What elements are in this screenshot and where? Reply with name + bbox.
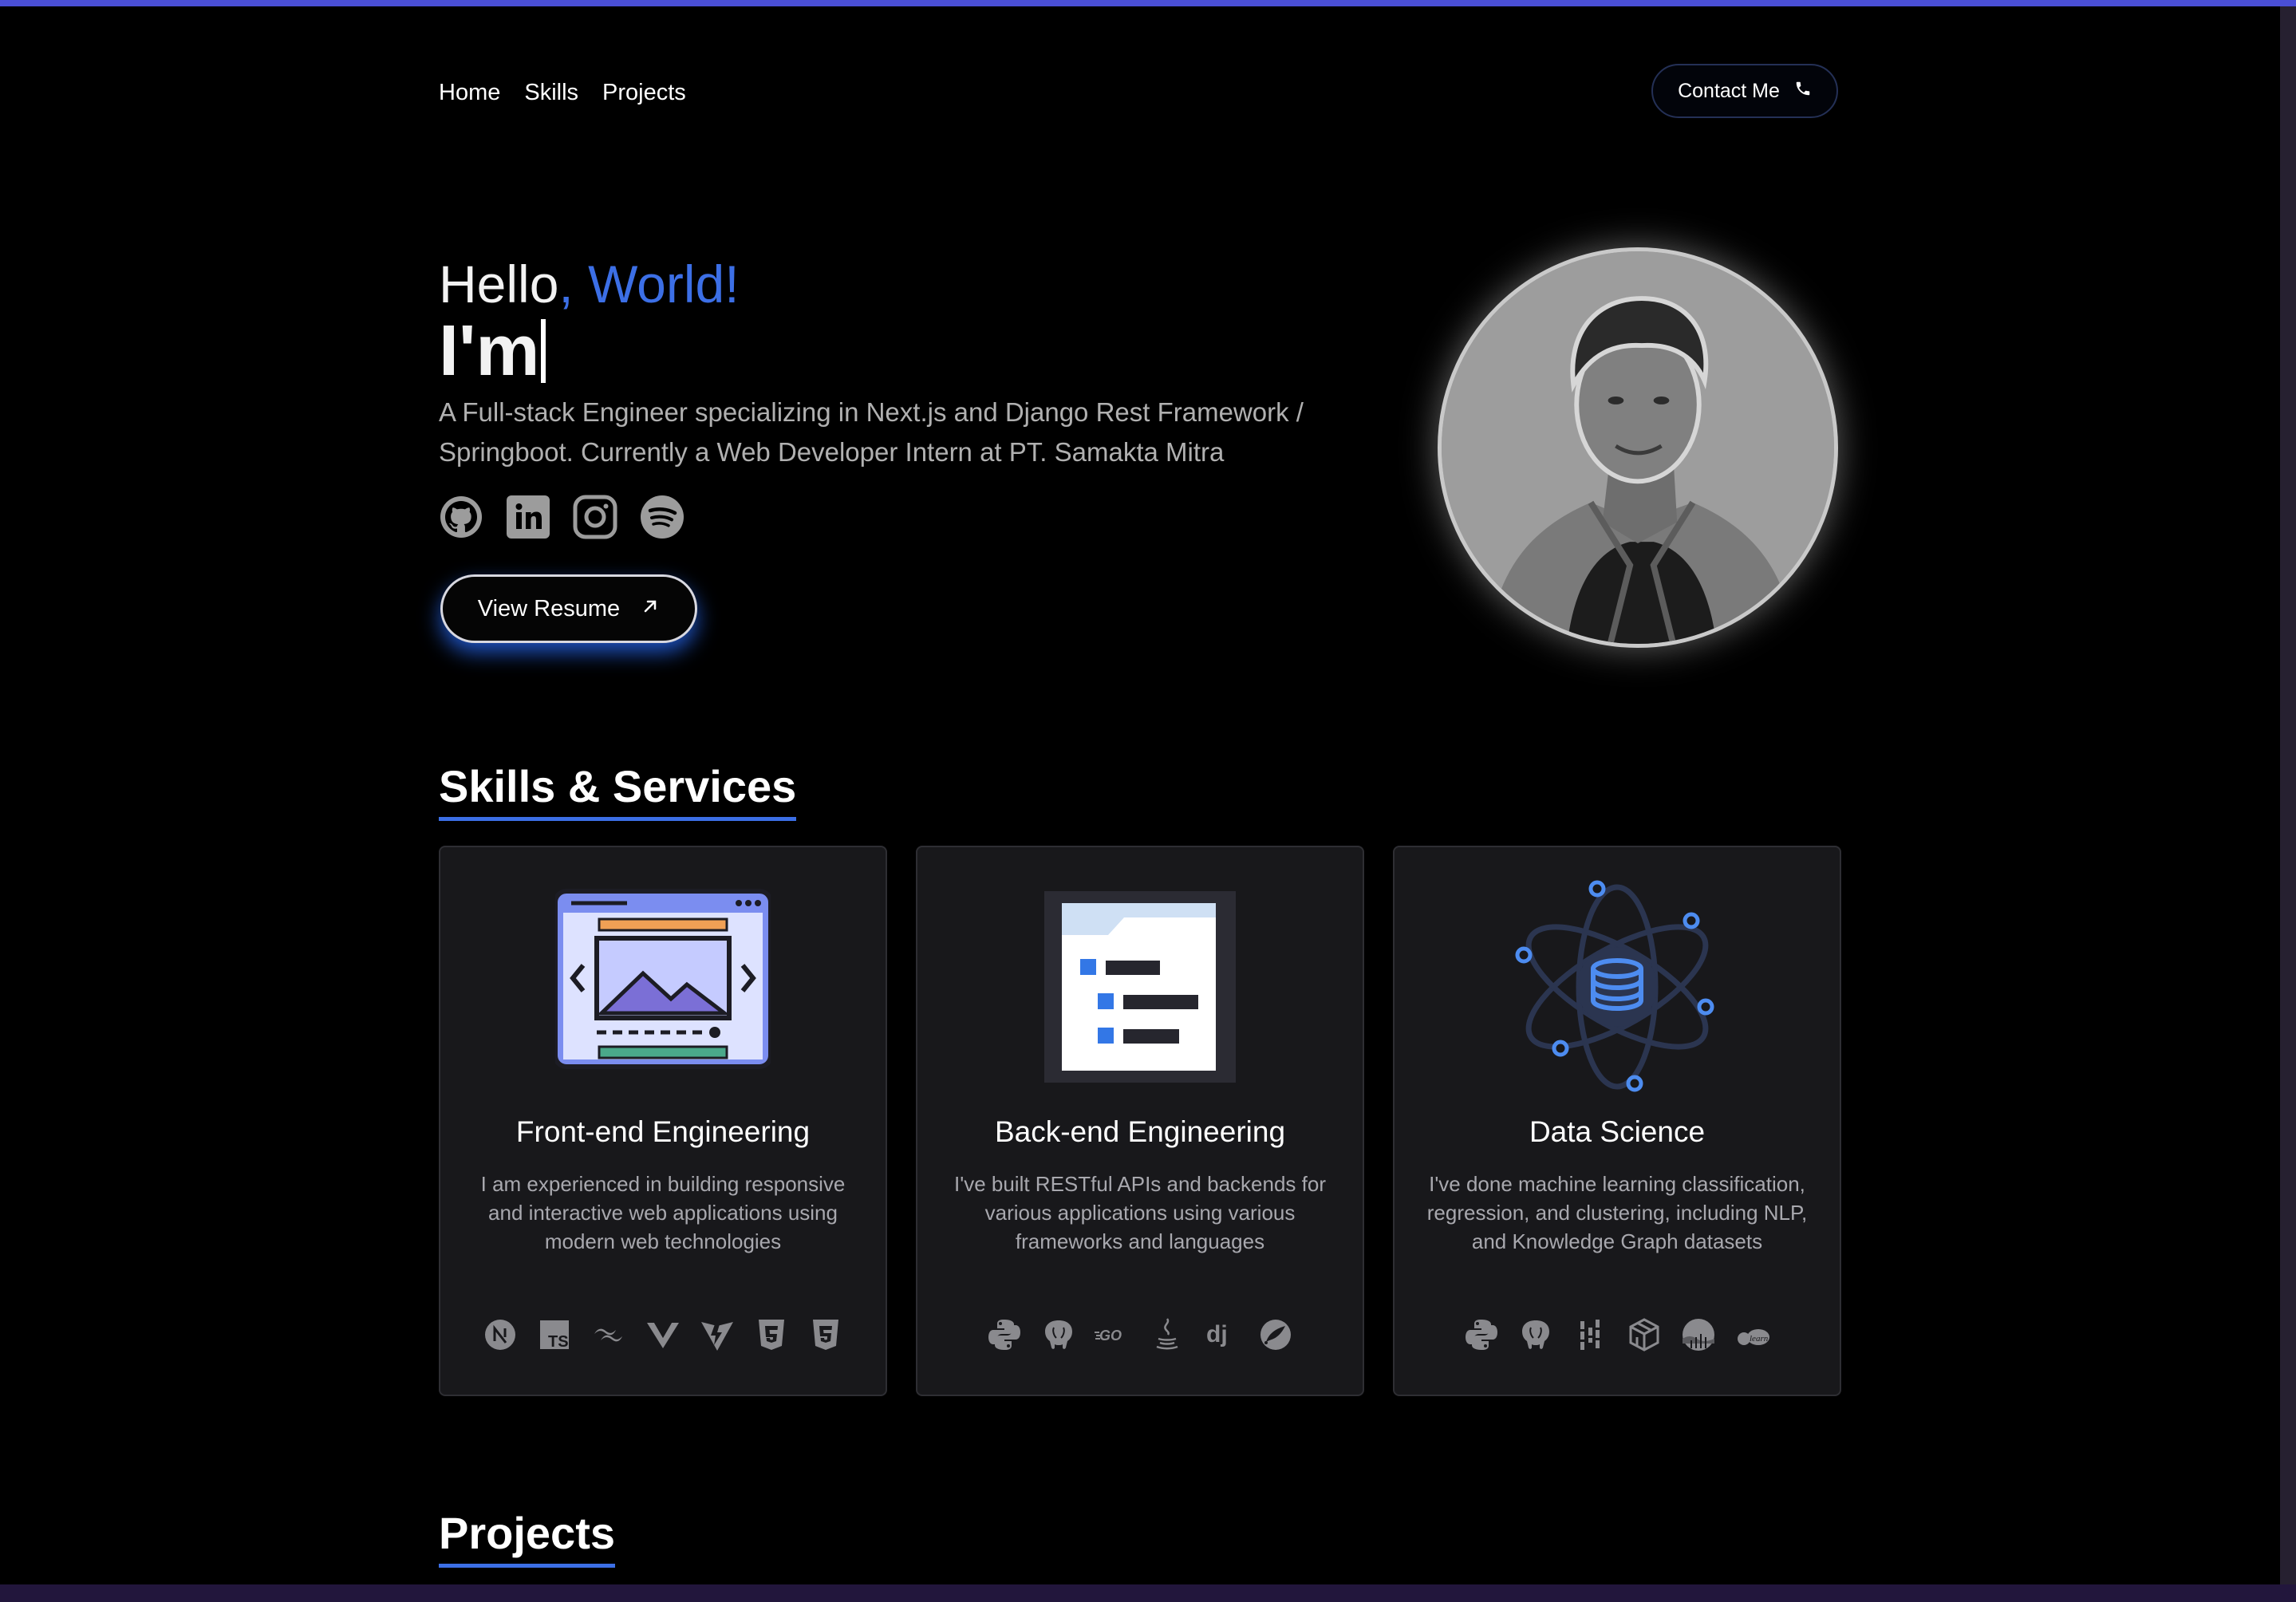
title-underline — [439, 1564, 615, 1568]
arrow-up-right-icon — [641, 596, 660, 622]
card-description: I've built RESTful APIs and backends for… — [954, 1172, 1326, 1253]
tech-icons: TS — [440, 1316, 886, 1353]
backend-illustration — [917, 879, 1363, 1095]
nav-home-link[interactable]: Home — [439, 80, 500, 106]
hero-greeting: Hello, World! — [439, 252, 740, 316]
tech-icons: learn — [1395, 1316, 1840, 1353]
go-icon: GO — [1095, 1316, 1131, 1353]
card-description: I am experienced in building responsive … — [480, 1172, 846, 1253]
window-edge — [2280, 6, 2296, 1602]
title-underline — [439, 817, 797, 821]
postgresql-icon — [1040, 1316, 1077, 1353]
svg-text:TS: TS — [548, 1333, 569, 1351]
view-resume-button[interactable]: View Resume — [440, 574, 697, 643]
nav-projects-link[interactable]: Projects — [602, 80, 686, 106]
spring-icon — [1257, 1316, 1294, 1353]
projects-section-title: Projects — [439, 1508, 615, 1568]
typing-caret — [541, 319, 546, 383]
nav-skills-link[interactable]: Skills — [524, 80, 578, 106]
linkedin-icon[interactable] — [506, 495, 550, 539]
nextjs-icon — [482, 1316, 519, 1353]
hero-typing-line: I'm — [439, 311, 546, 391]
instagram-icon[interactable] — [573, 495, 617, 539]
frontend-illustration — [440, 879, 886, 1095]
contact-me-button[interactable]: Contact Me — [1651, 64, 1838, 118]
svg-text:dj: dj — [1206, 1321, 1228, 1347]
tensorflow-icon: learn — [1734, 1316, 1771, 1353]
skills-section-title: Skills & Services — [439, 761, 797, 821]
window-bottom-edge — [0, 1584, 2296, 1602]
seaborn-icon — [1680, 1316, 1717, 1353]
skill-card-frontend: Front-end Engineering I am experienced i… — [439, 846, 887, 1396]
card-title: Data Science — [1529, 1115, 1706, 1148]
typescript-icon: TS — [536, 1316, 573, 1353]
data-science-illustration — [1395, 879, 1840, 1095]
github-icon[interactable] — [439, 495, 483, 539]
profile-avatar — [1438, 247, 1838, 648]
hero-im: I'm — [439, 311, 540, 391]
django-icon: dj — [1203, 1316, 1240, 1353]
skills-title-text: Skills & Services — [439, 761, 797, 811]
python-icon — [986, 1316, 1023, 1353]
numpy-icon — [1626, 1316, 1663, 1353]
skill-card-data-science: Data Science I've done machine learning … — [1393, 846, 1841, 1396]
html5-icon — [753, 1316, 790, 1353]
hero-world: , World! — [558, 255, 740, 314]
card-title: Back-end Engineering — [994, 1115, 1286, 1148]
java-icon — [1149, 1316, 1185, 1353]
card-description: I've done machine learning classificatio… — [1426, 1172, 1808, 1253]
vue-icon — [645, 1316, 681, 1353]
python-icon — [1463, 1316, 1500, 1353]
css3-icon — [807, 1316, 844, 1353]
postgresql-icon — [1517, 1316, 1554, 1353]
hero-hello: Hello — [439, 255, 559, 314]
projects-title-text: Projects — [439, 1508, 615, 1558]
card-title: Front-end Engineering — [515, 1115, 811, 1148]
main-nav: Home Skills Projects — [439, 80, 686, 106]
skill-card-backend: Back-end Engineering I've built RESTful … — [916, 846, 1364, 1396]
vite-icon — [699, 1316, 736, 1353]
contact-label: Contact Me — [1678, 79, 1780, 102]
phone-icon — [1794, 80, 1812, 103]
svg-text:learn: learn — [1750, 1334, 1769, 1344]
page: Home Skills Projects Contact Me Hello, W… — [0, 6, 2280, 1584]
top-accent-bar — [0, 0, 2296, 6]
svg-text:GO: GO — [1099, 1328, 1122, 1344]
spotify-icon[interactable] — [640, 495, 684, 539]
tailwind-icon — [590, 1316, 627, 1353]
hero-tagline: A Full-stack Engineer specializing in Ne… — [439, 397, 1304, 467]
pandas-icon — [1572, 1316, 1608, 1353]
social-links — [439, 495, 684, 539]
resume-label: View Resume — [477, 595, 621, 621]
tech-icons: GO dj — [917, 1316, 1363, 1353]
